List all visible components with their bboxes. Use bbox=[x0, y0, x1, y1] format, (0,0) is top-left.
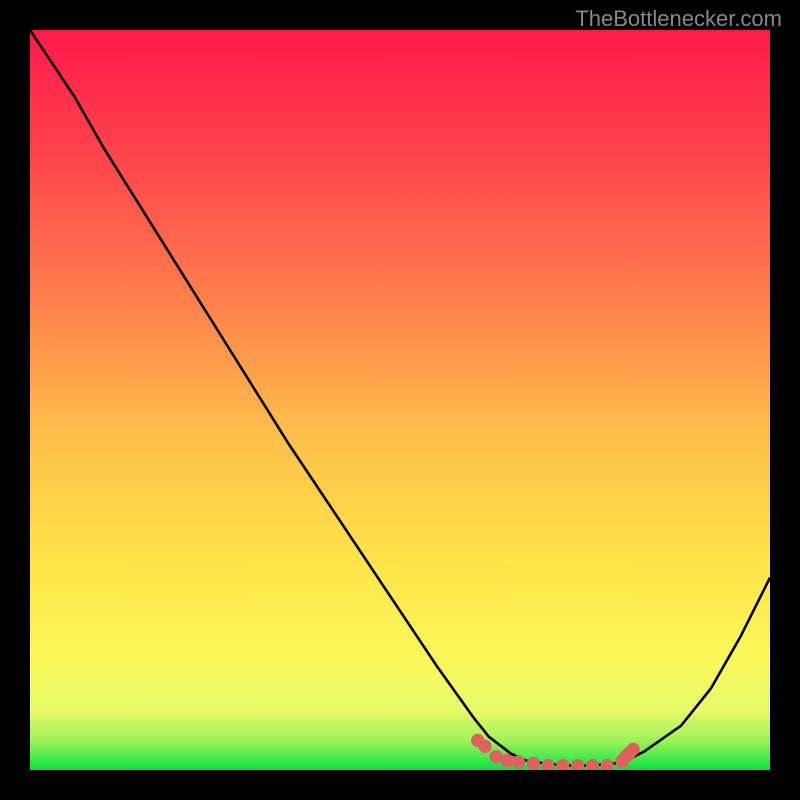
watermark-text: TheBottlenecker.com bbox=[575, 6, 782, 32]
marker-dots bbox=[30, 30, 770, 770]
plot-area bbox=[30, 30, 770, 770]
chart-container: TheBottlenecker.com bbox=[0, 0, 800, 800]
